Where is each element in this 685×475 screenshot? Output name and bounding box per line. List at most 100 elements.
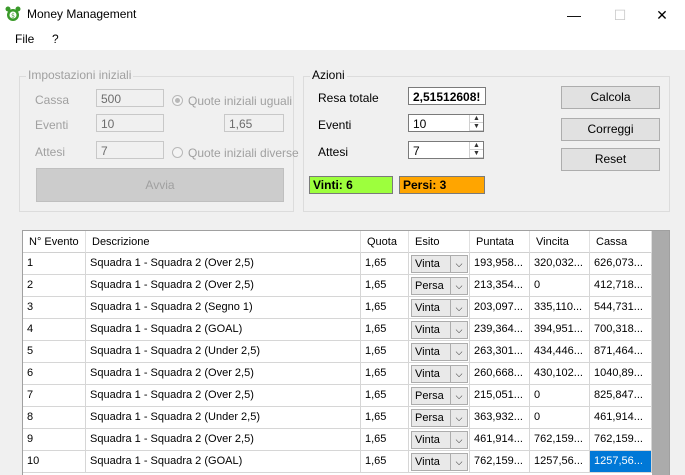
- esito-combo[interactable]: Vinta ⌵: [411, 365, 468, 383]
- chevron-down-icon[interactable]: ⌵: [450, 388, 467, 404]
- esito-dropdown[interactable]: Vinta ⌵: [409, 429, 470, 451]
- cell-quota[interactable]: 1,65: [361, 341, 409, 363]
- esito-dropdown[interactable]: Persa ⌵: [409, 275, 470, 297]
- esito-combo[interactable]: Vinta ⌵: [411, 299, 468, 317]
- cell-puntata[interactable]: 193,958...: [470, 253, 530, 275]
- cell-desc[interactable]: Squadra 1 - Squadra 2 (GOAL): [86, 451, 361, 473]
- cell-n[interactable]: 7: [23, 385, 86, 407]
- eventi-spin-buttons[interactable]: ▲ ▼: [469, 115, 483, 131]
- cell-vincita[interactable]: 762,159...: [530, 429, 590, 451]
- cell-puntata[interactable]: 215,051...: [470, 385, 530, 407]
- esito-dropdown[interactable]: Persa ⌵: [409, 407, 470, 429]
- spin-up-icon[interactable]: ▲: [470, 142, 483, 150]
- cell-quota[interactable]: 1,65: [361, 451, 409, 473]
- spin-down-icon[interactable]: ▼: [470, 150, 483, 158]
- cell-quota[interactable]: 1,65: [361, 275, 409, 297]
- chevron-down-icon[interactable]: ⌵: [450, 300, 467, 316]
- cell-n[interactable]: 3: [23, 297, 86, 319]
- cell-quota[interactable]: 1,65: [361, 407, 409, 429]
- cell-n[interactable]: 1: [23, 253, 86, 275]
- cell-vincita[interactable]: 320,032...: [530, 253, 590, 275]
- cell-puntata[interactable]: 363,932...: [470, 407, 530, 429]
- cell-cassa[interactable]: 412,718...: [590, 275, 652, 297]
- cell-vincita[interactable]: 0: [530, 275, 590, 297]
- cell-vincita[interactable]: 434,446...: [530, 341, 590, 363]
- cell-n[interactable]: 2: [23, 275, 86, 297]
- cell-puntata[interactable]: 239,364...: [470, 319, 530, 341]
- cell-vincita[interactable]: 430,102...: [530, 363, 590, 385]
- cell-cassa[interactable]: 700,318...: [590, 319, 652, 341]
- eventi-initial-input[interactable]: 10: [96, 114, 164, 132]
- column-header-quota[interactable]: Quota: [361, 231, 409, 253]
- column-header-puntata[interactable]: Puntata: [470, 231, 530, 253]
- esito-combo[interactable]: Vinta ⌵: [411, 431, 468, 449]
- cell-n[interactable]: 8: [23, 407, 86, 429]
- cell-cassa[interactable]: 626,073...: [590, 253, 652, 275]
- cell-n[interactable]: 4: [23, 319, 86, 341]
- cell-desc[interactable]: Squadra 1 - Squadra 2 (GOAL): [86, 319, 361, 341]
- correggi-button[interactable]: Correggi: [561, 118, 660, 141]
- column-header-vincita[interactable]: Vincita: [530, 231, 590, 253]
- cell-cassa[interactable]: 871,464...: [590, 341, 652, 363]
- column-header-esito[interactable]: Esito: [409, 231, 470, 253]
- cell-cassa[interactable]: 825,847...: [590, 385, 652, 407]
- chevron-down-icon[interactable]: ⌵: [450, 322, 467, 338]
- column-header-desc[interactable]: Descrizione: [86, 231, 361, 253]
- quote-diverse-radio[interactable]: [172, 147, 183, 158]
- chevron-down-icon[interactable]: ⌵: [450, 410, 467, 426]
- quote-uguali-radio[interactable]: [172, 95, 183, 106]
- cell-desc[interactable]: Squadra 1 - Squadra 2 (Over 2,5): [86, 429, 361, 451]
- close-button[interactable]: ✕: [639, 0, 685, 30]
- esito-combo[interactable]: Vinta ⌵: [411, 343, 468, 361]
- cell-desc[interactable]: Squadra 1 - Squadra 2 (Over 2,5): [86, 385, 361, 407]
- cell-quota[interactable]: 1,65: [361, 385, 409, 407]
- esito-combo[interactable]: Vinta ⌵: [411, 453, 468, 471]
- eventi-stepper[interactable]: 10 ▲ ▼: [408, 114, 484, 132]
- cell-puntata[interactable]: 213,354...: [470, 275, 530, 297]
- cell-puntata[interactable]: 263,301...: [470, 341, 530, 363]
- esito-combo[interactable]: Persa ⌵: [411, 387, 468, 405]
- calcola-button[interactable]: Calcola: [561, 86, 660, 109]
- esito-combo[interactable]: Vinta ⌵: [411, 321, 468, 339]
- cell-puntata[interactable]: 203,097...: [470, 297, 530, 319]
- esito-combo[interactable]: Vinta ⌵: [411, 255, 468, 273]
- chevron-down-icon[interactable]: ⌵: [450, 454, 467, 470]
- avvia-button[interactable]: Avvia: [36, 168, 284, 202]
- esito-dropdown[interactable]: Vinta ⌵: [409, 253, 470, 275]
- cell-desc[interactable]: Squadra 1 - Squadra 2 (Under 2,5): [86, 341, 361, 363]
- cell-n[interactable]: 6: [23, 363, 86, 385]
- esito-dropdown[interactable]: Vinta ⌵: [409, 363, 470, 385]
- esito-dropdown[interactable]: Vinta ⌵: [409, 341, 470, 363]
- cell-desc[interactable]: Squadra 1 - Squadra 2 (Segno 1): [86, 297, 361, 319]
- esito-dropdown[interactable]: Vinta ⌵: [409, 297, 470, 319]
- esito-combo[interactable]: Persa ⌵: [411, 277, 468, 295]
- attesi-initial-input[interactable]: 7: [96, 141, 164, 159]
- column-header-cassa[interactable]: Cassa: [590, 231, 652, 253]
- cell-desc[interactable]: Squadra 1 - Squadra 2 (Over 2,5): [86, 275, 361, 297]
- chevron-down-icon[interactable]: ⌵: [450, 256, 467, 272]
- column-header-n[interactable]: N° Evento: [23, 231, 86, 253]
- cell-cassa[interactable]: 544,731...: [590, 297, 652, 319]
- cell-puntata[interactable]: 461,914...: [470, 429, 530, 451]
- cell-quota[interactable]: 1,65: [361, 429, 409, 451]
- cassa-input[interactable]: 500: [96, 89, 164, 107]
- cell-puntata[interactable]: 762,159...: [470, 451, 530, 473]
- chevron-down-icon[interactable]: ⌵: [450, 432, 467, 448]
- spin-up-icon[interactable]: ▲: [470, 115, 483, 123]
- spin-down-icon[interactable]: ▼: [470, 123, 483, 131]
- cell-puntata[interactable]: 260,668...: [470, 363, 530, 385]
- cell-desc[interactable]: Squadra 1 - Squadra 2 (Under 2,5): [86, 407, 361, 429]
- esito-dropdown[interactable]: Vinta ⌵: [409, 319, 470, 341]
- cell-n[interactable]: 5: [23, 341, 86, 363]
- events-grid[interactable]: N° Evento Descrizione Quota Esito Puntata Vin…: [22, 230, 670, 475]
- cell-cassa[interactable]: 1257,56...: [590, 451, 652, 473]
- reset-button[interactable]: Reset: [561, 148, 660, 171]
- cell-vincita[interactable]: 394,951...: [530, 319, 590, 341]
- menu-help[interactable]: ?: [52, 32, 59, 46]
- cell-vincita[interactable]: 0: [530, 407, 590, 429]
- maximize-button[interactable]: ☐: [597, 0, 643, 30]
- menu-file[interactable]: File: [15, 32, 34, 46]
- chevron-down-icon[interactable]: ⌵: [450, 366, 467, 382]
- attesi-spin-buttons[interactable]: ▲ ▼: [469, 142, 483, 158]
- attesi-stepper[interactable]: 7 ▲ ▼: [408, 141, 484, 159]
